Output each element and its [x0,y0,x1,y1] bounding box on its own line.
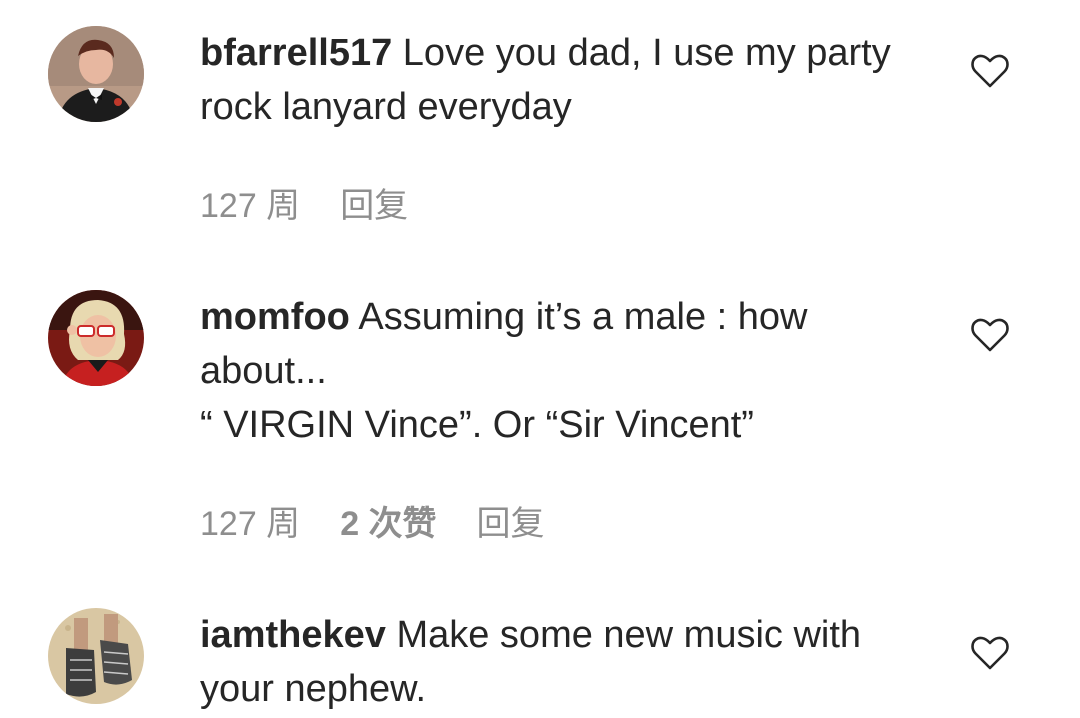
comment-meta: 127 周 2 次赞 回复 [200,496,545,545]
comment-time: 127 周 [200,187,301,225]
comment-body: bfarrell517 Love you dad, I use my party… [200,26,920,134]
comment-username[interactable]: iamthekev [200,614,386,656]
reply-button[interactable]: 回复 [340,178,408,227]
heart-outline-icon[interactable] [970,53,1010,89]
avatar[interactable] [48,26,144,122]
comment-username[interactable]: bfarrell517 [200,32,392,74]
comment-likes[interactable]: 2 次赞 [340,496,436,545]
comment-meta: 127 周 回复 [200,178,408,227]
avatar[interactable] [48,290,144,386]
reply-button[interactable]: 回复 [477,496,545,545]
comment-time: 127 周 [200,505,301,543]
avatar[interactable] [48,608,144,704]
heart-outline-icon[interactable] [970,317,1010,353]
comment-body: momfoo Assuming it’s a male : how about.… [200,290,920,452]
heart-outline-icon[interactable] [970,635,1010,671]
comment-username[interactable]: momfoo [200,296,350,338]
comment-body: iamthekev Make some new music with your … [200,608,920,716]
